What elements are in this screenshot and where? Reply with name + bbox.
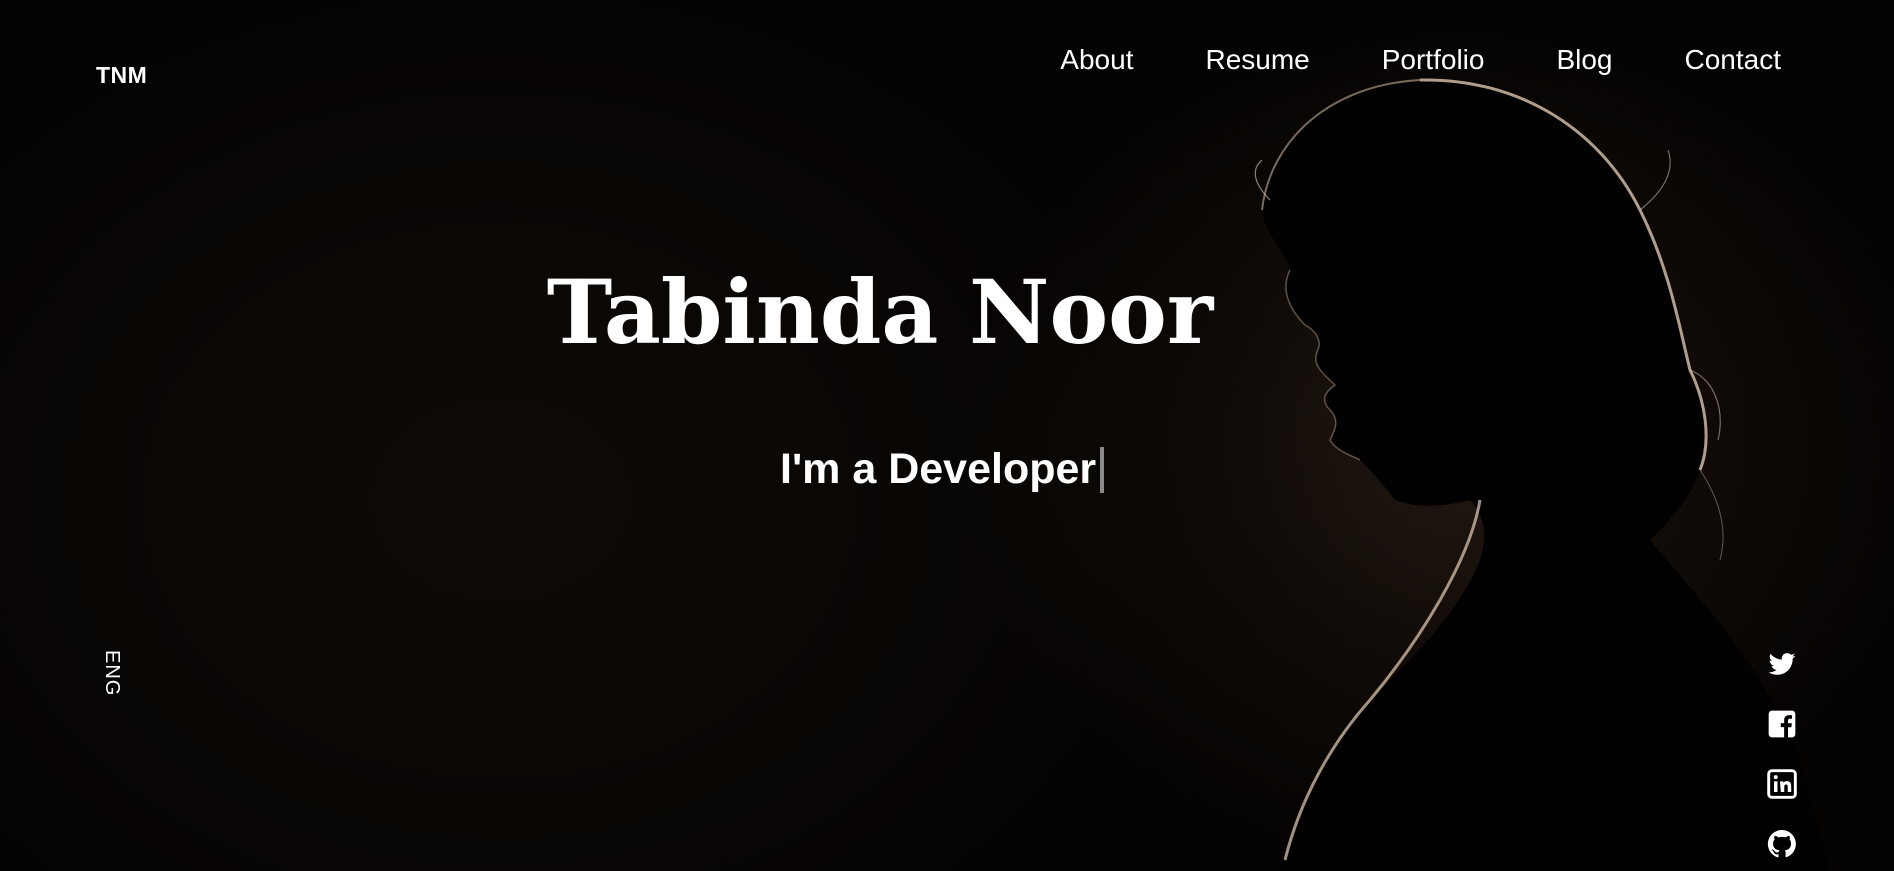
nav-portfolio-link[interactable]: Portfolio (1382, 44, 1485, 76)
hero-name-text: Tabinda Noor (546, 260, 1214, 364)
main-nav: About Resume Portfolio Blog Contact (1060, 44, 1781, 76)
github-icon[interactable] (1766, 828, 1798, 860)
facebook-icon[interactable] (1766, 708, 1798, 740)
nav-about-link[interactable]: About (1060, 44, 1133, 76)
background-silhouette-image (1050, 0, 1890, 871)
typing-cursor (1100, 446, 1105, 493)
social-links (1766, 648, 1798, 860)
site-logo[interactable]: TNM (96, 62, 147, 89)
hero-typed-subtitle: I'm a Developer (780, 445, 1105, 494)
hero-section: TNM About Resume Portfolio Blog Contact … (0, 0, 1894, 871)
linkedin-icon[interactable] (1766, 768, 1798, 800)
nav-blog-link[interactable]: Blog (1556, 44, 1612, 76)
nav-contact-link[interactable]: Contact (1685, 44, 1782, 76)
twitter-icon[interactable] (1766, 648, 1798, 680)
hero-subtitle-text: I'm a Developer (780, 445, 1097, 493)
nav-resume-link[interactable]: Resume (1205, 44, 1309, 76)
language-switcher[interactable]: ENG (100, 650, 123, 696)
hero-name: Tabinda Noor (0, 268, 1894, 356)
